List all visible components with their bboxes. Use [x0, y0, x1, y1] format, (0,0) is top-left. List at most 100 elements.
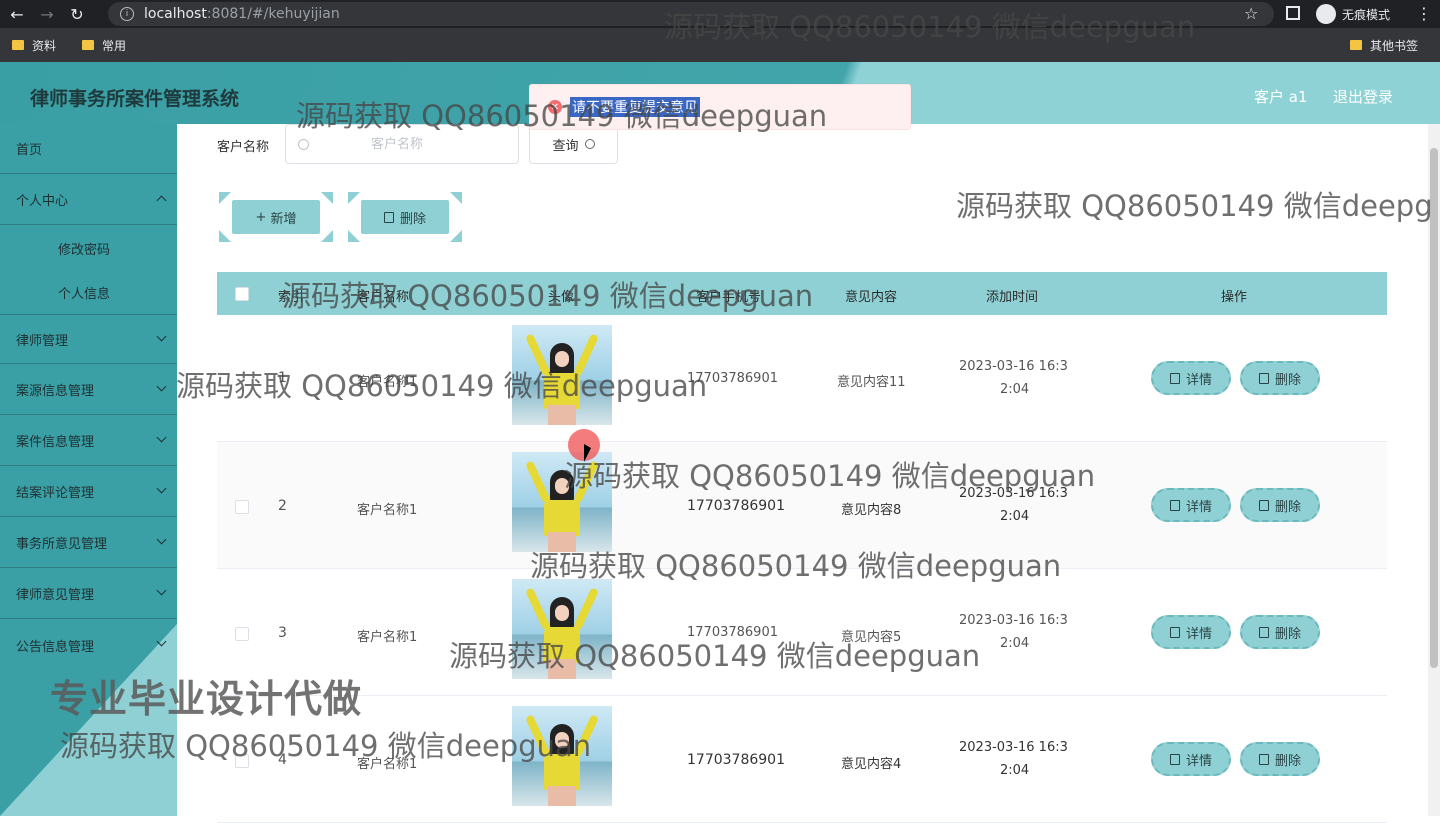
- browser-toolbar: ← → ↻ i localhost:8081/#/kehuyijian ☆ 无痕…: [0, 0, 1440, 28]
- delete-button[interactable]: 删除: [1240, 615, 1320, 649]
- more-menu-icon[interactable]: ⋮: [1416, 4, 1432, 23]
- star-icon[interactable]: ☆: [1244, 4, 1258, 23]
- detail-label: 详情: [1185, 499, 1212, 515]
- chevron-down-icon: [156, 432, 167, 443]
- delete-label: 删除: [1274, 626, 1301, 642]
- sidebar-item-case-review[interactable]: 结案评论管理: [0, 467, 177, 517]
- logout-button[interactable]: 退出登录: [1333, 86, 1393, 107]
- row-time: 2023-03-16 16:3: [959, 740, 1068, 755]
- chevron-up-icon: [156, 195, 167, 206]
- scrollbar-thumb[interactable]: [1430, 148, 1438, 668]
- search-field[interactable]: [285, 124, 519, 164]
- app-title: 律师事务所案件管理系统: [30, 88, 240, 110]
- document-icon: [1169, 499, 1180, 511]
- sidebar-item-firm-feedback[interactable]: 事务所意见管理: [0, 518, 177, 568]
- row-content: 意见内容5: [841, 630, 902, 645]
- avatar: [512, 579, 612, 679]
- detail-label: 详情: [1185, 753, 1212, 769]
- trash-icon: [1258, 626, 1269, 638]
- sidebar-item-personal-center[interactable]: 个人中心: [0, 175, 177, 225]
- sidebar-item-lawyer-management[interactable]: 律师管理: [0, 314, 177, 364]
- column-header-time: 添加时间: [986, 290, 1039, 305]
- row-name: 客户名称1: [357, 630, 418, 645]
- other-bookmarks[interactable]: 其他书签: [1349, 37, 1418, 54]
- batch-delete-button[interactable]: 删除: [361, 200, 449, 234]
- sidebar-subitem-personal-info[interactable]: 个人信息: [0, 270, 177, 314]
- row-time-cont: 2:04: [1000, 509, 1030, 524]
- chevron-down-icon: [156, 331, 167, 342]
- document-icon: [1169, 626, 1180, 638]
- detail-button[interactable]: 详情: [1151, 615, 1231, 649]
- detail-button[interactable]: 详情: [1151, 488, 1231, 522]
- table-row: 1 客户名称1 17703786901 意见内容11 2023-03-16 16…: [217, 315, 1387, 442]
- incognito-icon: [1316, 4, 1336, 24]
- sidebar-item-case-info[interactable]: 案件信息管理: [0, 416, 177, 466]
- row-time-cont: 2:04: [1000, 382, 1030, 397]
- delete-button[interactable]: 删除: [1240, 361, 1320, 395]
- trash-icon: [1258, 499, 1269, 511]
- sidebar-item-label: 结案评论管理: [16, 486, 95, 501]
- table-row: 4 客户名称1 17703786901 意见内容4 2023-03-16 16:…: [217, 696, 1387, 823]
- incognito-badge[interactable]: 无痕模式: [1316, 4, 1390, 24]
- plus-icon: +: [255, 209, 267, 225]
- sidebar-item-label: 公告信息管理: [16, 639, 95, 655]
- row-time: 2023-03-16 16:3: [959, 486, 1068, 501]
- folder-icon: [82, 40, 95, 50]
- row-checkbox[interactable]: [235, 500, 249, 514]
- avatar: [512, 452, 612, 552]
- bookmark-folder-2[interactable]: 常用: [82, 37, 126, 54]
- row-checkbox[interactable]: [235, 627, 249, 641]
- address-bar[interactable]: i localhost:8081/#/kehuyijian: [108, 2, 1274, 26]
- table-row: 2 客户名称1 17703786901 意见内容8 2023-03-16 16:…: [217, 442, 1387, 569]
- column-header-name: 客户名称: [357, 290, 410, 305]
- table-header: 索引 客户名称 头像 客户手机号 意见内容 添加时间 操作: [217, 272, 1387, 315]
- detail-label: 详情: [1185, 626, 1212, 642]
- forward-icon[interactable]: →: [34, 1, 60, 27]
- info-icon: i: [120, 7, 134, 21]
- sidebar-item-lawyer-feedback[interactable]: 律师意见管理: [0, 569, 177, 619]
- delete-button[interactable]: 删除: [1240, 742, 1320, 776]
- query-button[interactable]: 查询: [529, 124, 618, 164]
- bookmark-folder-1[interactable]: 资料: [12, 37, 56, 54]
- row-name: 客户名称1: [357, 757, 418, 772]
- row-time: 2023-03-16 16:3: [959, 613, 1068, 628]
- search-input[interactable]: [371, 136, 501, 152]
- detail-button[interactable]: 详情: [1151, 361, 1231, 395]
- error-icon: ✕: [548, 100, 562, 114]
- url-host: localhost: [144, 6, 207, 22]
- sidebar-item-announcements[interactable]: 公告信息管理: [0, 620, 177, 670]
- delete-button[interactable]: 删除: [1240, 488, 1320, 522]
- reload-icon[interactable]: ↻: [64, 1, 90, 27]
- scrollbar[interactable]: [1428, 124, 1440, 816]
- avatar: [512, 706, 612, 806]
- row-content: 意见内容11: [837, 375, 906, 390]
- sidebar-item-home[interactable]: 首页: [0, 124, 177, 174]
- document-icon: [1169, 372, 1180, 384]
- current-user: 客户 a1: [1254, 88, 1308, 106]
- chevron-down-icon: [156, 585, 167, 596]
- chevron-down-icon: [156, 381, 167, 392]
- error-toast: ✕ 请不要重复提交意见: [529, 84, 911, 130]
- query-button-label: 查询: [552, 138, 579, 154]
- chevron-down-icon: [156, 534, 167, 545]
- column-header-avatar: 头像: [548, 290, 575, 305]
- add-button-label: 新增: [270, 211, 297, 227]
- select-all-checkbox[interactable]: [235, 287, 249, 301]
- sidebar-item-case-source[interactable]: 案源信息管理: [0, 365, 177, 415]
- table-row: 3 客户名称1 17703786901 意见内容5 2023-03-16 16:…: [217, 569, 1387, 696]
- sidebar-item-label: 个人信息: [58, 286, 111, 302]
- row-phone: 17703786901: [687, 625, 778, 640]
- back-icon[interactable]: ←: [4, 1, 30, 27]
- search-label: 客户名称: [217, 140, 270, 155]
- trash-icon: [1258, 372, 1269, 384]
- detail-button[interactable]: 详情: [1151, 742, 1231, 776]
- row-time-cont: 2:04: [1000, 636, 1030, 651]
- detail-label: 详情: [1185, 372, 1212, 388]
- side-panel-icon[interactable]: [1286, 6, 1300, 20]
- sidebar-subitem-change-password[interactable]: 修改密码: [0, 226, 177, 270]
- row-phone: 17703786901: [687, 371, 778, 386]
- chevron-down-icon: [156, 483, 167, 494]
- row-checkbox[interactable]: [235, 754, 249, 768]
- add-button[interactable]: + 新增: [232, 200, 320, 234]
- column-header-content: 意见内容: [845, 290, 898, 305]
